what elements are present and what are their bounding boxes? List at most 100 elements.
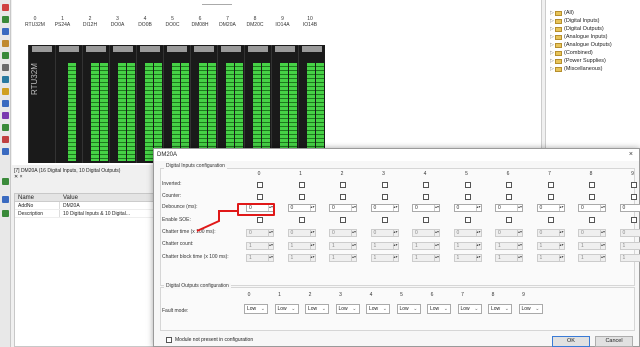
rack-module[interactable] [271,45,298,163]
inverted-checkbox[interactable] [506,182,512,188]
inverted-checkbox[interactable] [381,182,388,188]
rack[interactable] [28,45,325,163]
spinner-arrows-icon[interactable]: ▴▾ [309,255,315,261]
spinner-arrows-icon[interactable]: ▴▾ [392,255,398,261]
spinner-arrows-icon[interactable]: ▴▾ [392,230,398,236]
spinner-arrows-icon[interactable]: ▴▾ [351,255,356,261]
chatter-count-input[interactable]: 1▴▾ [412,241,440,250]
inverted-checkbox[interactable] [257,182,263,188]
spinner-arrows-icon[interactable]: ▴▾ [434,205,439,211]
fault-mode-select[interactable]: Low ⌄ [305,304,329,314]
rack-module[interactable] [244,45,271,163]
chatter-count-input[interactable]: 1▴▾ [619,241,640,250]
tree-item[interactable]: ▷ (Analogue Inputs) [550,33,640,41]
fault-mode-select[interactable]: Low ⌄ [366,304,390,314]
chevron-down-icon[interactable]: ⌄ [261,305,265,313]
chatter-block-input[interactable]: 1 ▴▾ [536,254,565,262]
spinner-arrows-icon[interactable]: ▴▾ [268,255,273,261]
chatter-count-input[interactable]: 1▴▾ [495,241,523,250]
enable-soe-checkbox[interactable] [547,217,554,223]
enable-soe-checkbox[interactable] [589,217,595,223]
chatter-block-input[interactable]: 1 ▴▾ [246,254,274,262]
spinner-arrows-icon[interactable]: ▴▾ [309,205,315,211]
spinner-arrows-icon[interactable]: ▴▾ [434,242,439,249]
chatter-block-input[interactable]: 1 ▴▾ [329,254,357,262]
tool-icon[interactable] [2,16,9,23]
spinner-arrows-icon[interactable]: ▴▾ [558,255,564,261]
counter-checkbox[interactable] [589,194,595,200]
counter-checkbox[interactable] [506,194,512,200]
tree-item[interactable]: ▷ (Combined) [550,49,640,57]
spinner-arrows-icon[interactable]: ▴▾ [475,242,481,249]
chatter-count-input[interactable]: 1▴▾ [578,241,606,250]
ok-button[interactable]: OK [552,336,590,347]
enable-soe-checkbox[interactable] [257,217,263,223]
counter-checkbox[interactable] [464,194,471,200]
tool-icon[interactable] [2,40,9,47]
spinner-arrows-icon[interactable]: ▴▾ [600,205,605,211]
spinner-arrows-icon[interactable]: ▴▾ [475,230,481,236]
chevron-down-icon[interactable]: ⌄ [535,305,539,313]
chatter-time-input[interactable]: 0▴▾ [619,229,640,237]
spinner-arrows-icon[interactable]: ▴▾ [309,242,315,249]
tool-icon[interactable] [2,88,9,95]
counter-checkbox[interactable] [630,194,637,200]
enable-soe-checkbox[interactable] [423,217,429,223]
inverted-checkbox[interactable] [298,182,305,188]
tree-item[interactable]: ▷ (Digital Inputs) [550,17,640,25]
chevron-down-icon[interactable]: ⌄ [444,305,448,313]
tool-icon[interactable] [2,100,9,107]
spinner-arrows-icon[interactable]: ▴▾ [434,230,439,236]
spinner-arrows-icon[interactable]: ▴▾ [475,255,481,261]
chevron-down-icon[interactable]: ⌄ [474,305,478,313]
chevron-down-icon[interactable]: ⌄ [291,305,295,313]
chatter-count-input[interactable]: 1▴▾ [453,241,482,250]
tool-icon[interactable] [2,76,9,83]
chatter-time-input[interactable]: 0▴▾ [578,229,606,237]
enable-soe-checkbox[interactable] [506,217,512,223]
debounce-input[interactable]: 0▴▾ [370,204,399,212]
chatter-block-input[interactable]: 1 ▴▾ [412,254,440,262]
inverted-checkbox[interactable] [340,182,346,188]
tool-icon[interactable] [2,148,9,155]
property-row[interactable]: AddNo DM20A [15,202,153,210]
spinner-arrows-icon[interactable]: ▴▾ [558,230,564,236]
counter-checkbox[interactable] [423,194,429,200]
fault-mode-select[interactable]: Low ⌄ [427,304,451,314]
rack-module[interactable] [163,45,190,163]
chatter-block-input[interactable]: 1 ▴▾ [287,254,316,262]
chatter-time-input[interactable]: 0▴▾ [329,229,357,237]
rack-module[interactable] [190,45,217,163]
tree-item[interactable]: ▷ (All) [550,9,640,17]
counter-checkbox[interactable] [298,194,305,200]
enable-soe-checkbox[interactable] [630,217,637,223]
chatter-count-input[interactable]: 1▴▾ [287,241,316,250]
spinner-arrows-icon[interactable]: ▴▾ [392,242,398,249]
rack-module[interactable] [217,45,244,163]
chatter-block-input[interactable]: 1 ▴▾ [370,254,399,262]
debounce-input[interactable]: 0▴▾ [453,204,482,212]
module-not-present-checkbox[interactable] [166,337,172,343]
debounce-input[interactable]: 0▴▾ [412,204,440,212]
chatter-time-input[interactable]: 0▴▾ [412,229,440,237]
chatter-time-input[interactable]: 0▴▾ [495,229,523,237]
spinner-arrows-icon[interactable]: ▴▾ [351,205,356,211]
tool-icon[interactable] [2,52,9,59]
fault-mode-select[interactable]: Low ⌄ [274,304,299,314]
rack-module[interactable] [82,45,109,163]
chatter-time-input[interactable]: 0▴▾ [453,229,482,237]
tree-item[interactable]: ▷ (Digital Outputs) [550,25,640,33]
rack-module[interactable] [298,45,325,163]
rack-module[interactable] [55,45,82,163]
spinner-arrows-icon[interactable]: ▴▾ [434,255,439,261]
property-row[interactable]: Description 10 Digital Inputs & 10 Digita… [15,210,153,218]
debounce-input[interactable]: 0▴▾ [495,204,523,212]
counter-checkbox[interactable] [381,194,388,200]
debounce-input[interactable]: 0▴▾ [619,204,640,212]
spinner-arrows-icon[interactable]: ▴▾ [268,242,273,249]
chatter-time-input[interactable]: 0▴▾ [287,229,316,237]
tool-icon[interactable] [2,124,9,131]
chevron-down-icon[interactable]: ⌄ [505,305,509,313]
spinner-arrows-icon[interactable]: ▴▾ [517,242,522,249]
spinner-arrows-icon[interactable]: ▴▾ [517,230,522,236]
